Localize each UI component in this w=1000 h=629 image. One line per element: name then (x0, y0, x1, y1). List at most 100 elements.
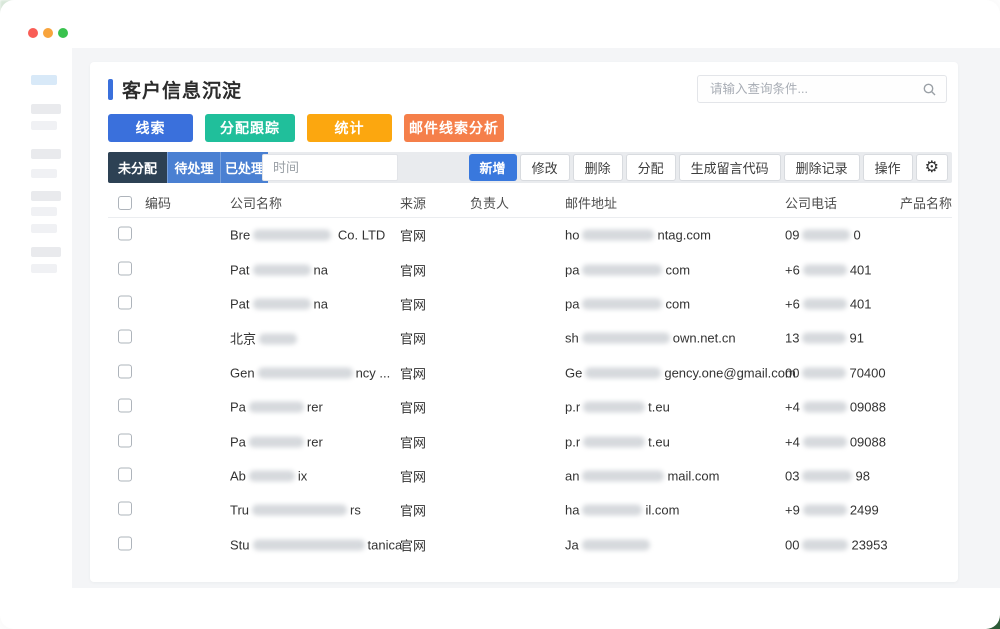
table-body: Bre Co. LTD官网hontag.com090 Patna 官网 pacom +6… (108, 218, 952, 562)
table-row[interactable]: Patna官网pacom+6401 (108, 252, 952, 286)
row-checkbox[interactable] (118, 536, 132, 550)
table-row[interactable]: Stutanica官网Ja0023953 (108, 528, 952, 562)
table-row[interactable]: Trurs官网hail.com+92499 (108, 493, 952, 527)
nav-button-1[interactable]: 线索 (108, 114, 193, 142)
company-name-cell: Stutanica (230, 537, 402, 552)
search-icon (923, 83, 936, 96)
source-cell: 官网 (400, 398, 426, 417)
select-all-checkbox[interactable] (118, 196, 132, 210)
sidebar-skeleton-bar (31, 121, 57, 130)
nav-button-4[interactable]: 邮件线索分析 (404, 114, 504, 142)
add-button[interactable]: 新增 (469, 154, 517, 181)
redacted-blur (802, 367, 846, 378)
row-checkbox[interactable] (118, 433, 132, 447)
screenshot-stage: 客户信息沉淀 线索分配跟踪统计邮件线索分析 未分配待处理已处理 (0, 0, 1000, 629)
sidebar-skeleton-bar (31, 75, 57, 85)
phone-cell: +6401 (785, 262, 872, 277)
page-title: 客户信息沉淀 (122, 76, 242, 103)
row-checkbox[interactable] (118, 227, 132, 241)
redacted-blur (802, 470, 852, 481)
gear-icon[interactable]: ⚙ (916, 154, 948, 181)
sidebar-skeleton-bar (31, 207, 57, 216)
redacted-blur (582, 505, 642, 516)
nav-button-2[interactable]: 分配跟踪 (205, 114, 295, 142)
redacted-blur (803, 264, 847, 275)
zoom-button[interactable] (58, 28, 68, 38)
nav-button-3[interactable]: 统计 (307, 114, 392, 142)
source-cell: 官网 (400, 294, 426, 313)
date-input[interactable] (263, 160, 455, 175)
company-name-cell: Parer (230, 400, 323, 415)
redacted-blur (803, 436, 847, 447)
row-checkbox[interactable] (118, 364, 132, 378)
redacted-blur (249, 436, 304, 447)
row-checkbox[interactable] (118, 502, 132, 516)
redacted-blur (585, 367, 661, 378)
source-cell: 官网 (400, 432, 426, 451)
status-tab-1[interactable]: 未分配 (108, 152, 167, 183)
minimize-button[interactable] (43, 28, 53, 38)
status-tab-2[interactable]: 待处理 (167, 152, 220, 183)
source-cell: 官网 (400, 329, 426, 348)
date-filter[interactable] (262, 154, 398, 181)
title-accent-bar (108, 79, 113, 100)
email-cell: hail.com (565, 503, 679, 518)
phone-cell: 0070400 (785, 365, 886, 380)
redacted-blur (582, 333, 670, 344)
toolbar-button-6[interactable]: 操作 (863, 154, 913, 181)
table-row[interactable]: Genncy ....官网Gegency.one@gmail.com007040… (108, 356, 952, 390)
toolbar-button-4[interactable]: 生成留言代码 (679, 154, 781, 181)
toolbar-button-3[interactable]: 分配 (626, 154, 676, 181)
table-header-row: 编码公司名称来源负责人邮件地址公司电话产品名称 (108, 190, 952, 218)
sidebar-skeleton-bar (31, 191, 61, 201)
email-cell: p.rt.eu (565, 434, 670, 449)
table-row[interactable]: 北京官网shown.net.cn1391 (108, 321, 952, 355)
redacted-blur (252, 505, 347, 516)
row-checkbox[interactable] (118, 261, 132, 275)
company-name-cell: Genncy .... (230, 365, 416, 380)
column-header-1: 编码 (145, 190, 171, 218)
search-input[interactable] (698, 82, 923, 96)
search-box[interactable] (697, 75, 947, 103)
redacted-blur (582, 539, 650, 550)
phone-cell: 0398 (785, 468, 870, 483)
table-row[interactable]: Parer官网p.rt.eu+409088 (108, 424, 952, 458)
company-name-cell: Parer (230, 434, 323, 449)
row-checkbox[interactable] (118, 399, 132, 413)
redacted-blur (582, 264, 662, 275)
email-cell: Ja (565, 537, 653, 552)
column-header-5: 邮件地址 (565, 190, 617, 218)
sidebar-skeleton-bar (31, 224, 57, 233)
row-checkbox[interactable] (118, 295, 132, 309)
close-button[interactable] (28, 28, 38, 38)
table-row[interactable]: Abix官网anmail.com0398 (108, 459, 952, 493)
page-header: 客户信息沉淀 (108, 76, 242, 103)
phone-cell: +6401 (785, 296, 872, 311)
redacted-blur (803, 505, 847, 516)
redacted-blur (582, 298, 662, 309)
status-segmented-control: 未分配待处理已处理 (108, 152, 268, 183)
company-name-cell: Abix (230, 468, 307, 483)
table-row[interactable]: Bre Co. LTD官网hontag.com090 (108, 218, 952, 252)
toolbar-button-1[interactable]: 修改 (520, 154, 570, 181)
status-tab-3[interactable]: 已处理 (220, 152, 268, 183)
redacted-blur (582, 230, 654, 241)
toolbar-button-5[interactable]: 删除记录 (784, 154, 860, 181)
column-header-2: 公司名称 (230, 190, 282, 218)
column-header-3: 来源 (400, 190, 426, 218)
email-cell: pacom (565, 296, 690, 311)
sidebar-skeleton-bar (31, 247, 61, 257)
row-checkbox[interactable] (118, 467, 132, 481)
redacted-blur (803, 298, 847, 309)
nav-button-group: 线索分配跟踪统计邮件线索分析 (108, 114, 504, 142)
table-row[interactable]: Patna 官网 pacom +6401 (108, 287, 952, 321)
redacted-blur (253, 539, 365, 550)
phone-cell: +92499 (785, 503, 879, 518)
company-name-cell: Bre Co. LTD (230, 228, 385, 243)
phone-cell: 0023953 (785, 537, 888, 552)
email-cell: anmail.com (565, 468, 719, 483)
row-checkbox[interactable] (118, 330, 132, 344)
company-name-cell: Patna (230, 296, 328, 311)
toolbar-button-2[interactable]: 删除 (573, 154, 623, 181)
table-row[interactable]: Parer官网p.rt.eu+409088 (108, 390, 952, 424)
